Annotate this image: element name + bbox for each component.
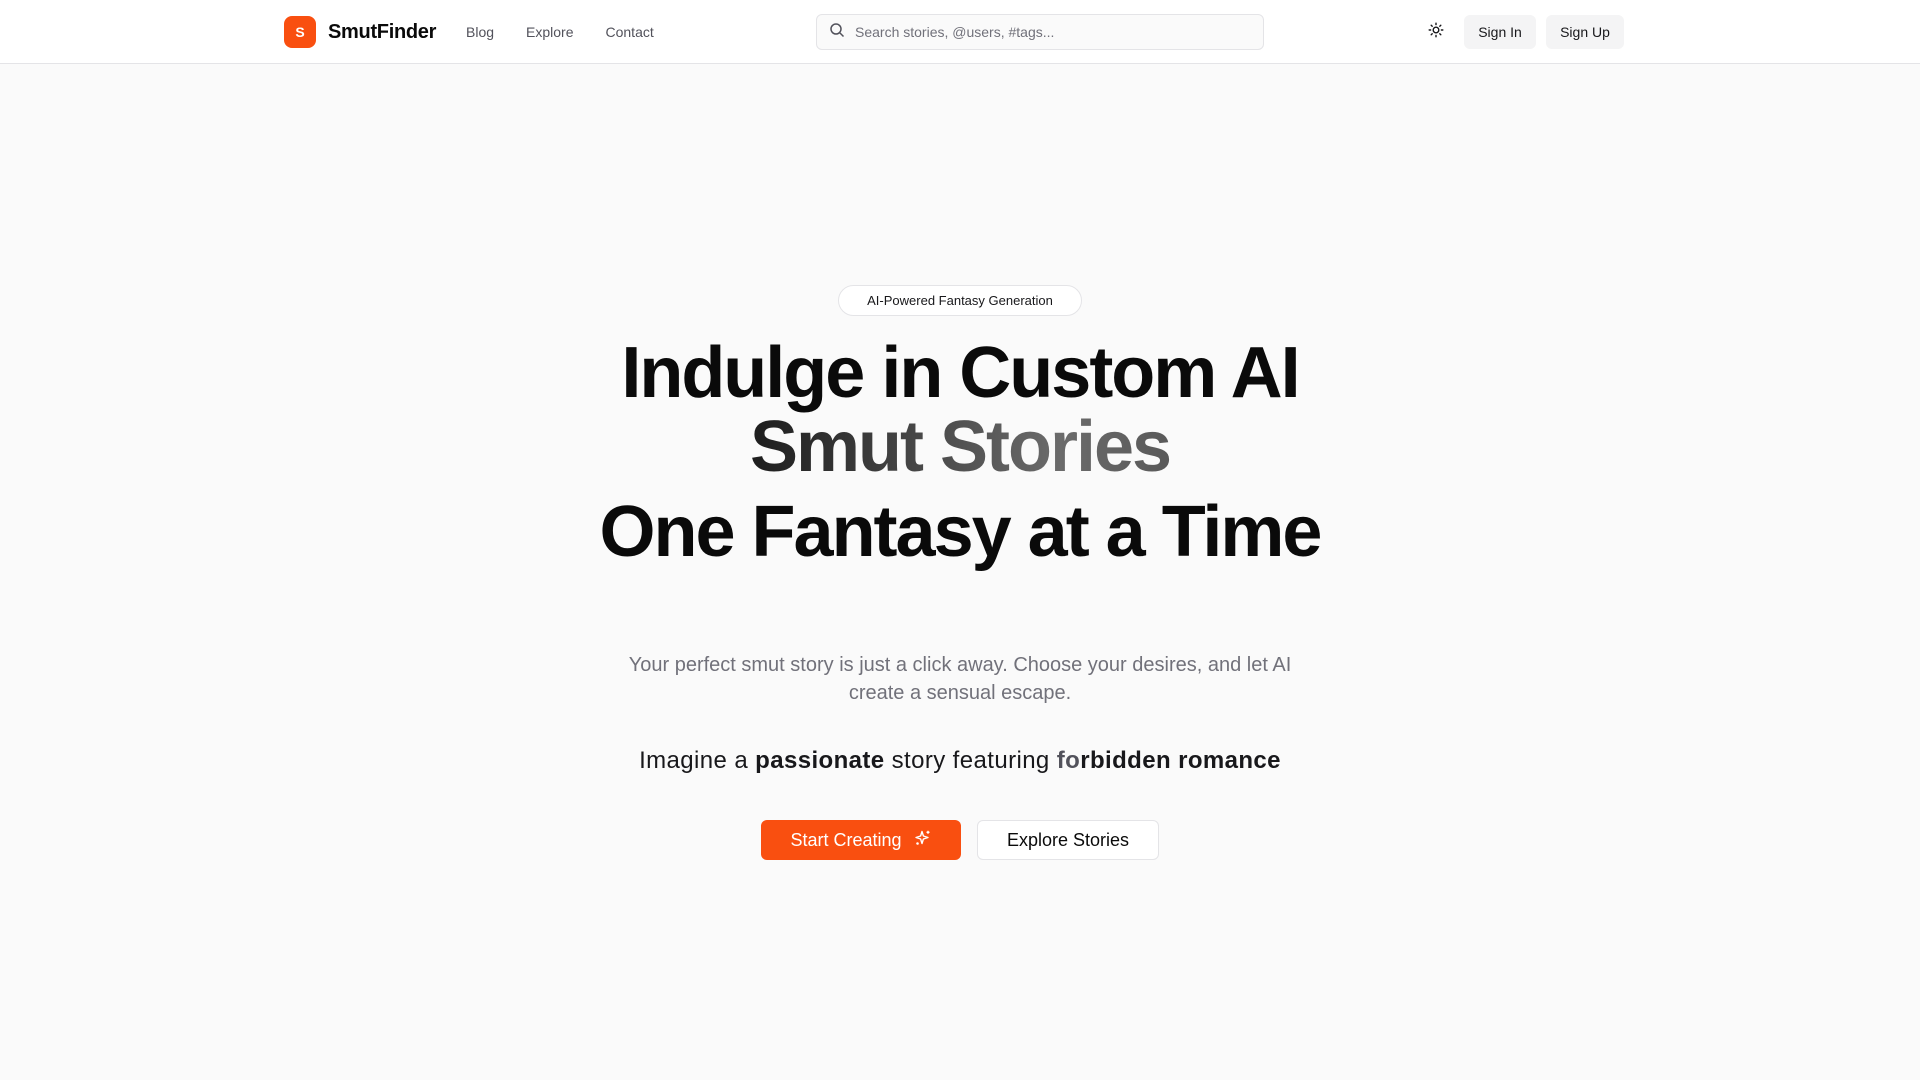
search-box[interactable]	[816, 14, 1264, 50]
nav-link-explore[interactable]: Explore	[526, 20, 573, 44]
imagine-theme-faded: fo	[1056, 747, 1081, 774]
sign-in-button[interactable]: Sign In	[1464, 15, 1536, 49]
top-navbar: S SmutFinder Blog Explore Contact Search…	[0, 0, 1920, 64]
sign-up-button[interactable]: Sign Up	[1546, 15, 1624, 49]
headline-line-1: Indulge in Custom AI	[621, 333, 1300, 413]
headline-line-3: One Fantasy at a Time	[599, 492, 1323, 572]
brand-name: SmutFinder	[328, 20, 437, 43]
imagine-prefix: Imagine a	[639, 747, 749, 774]
nav-link-blog[interactable]: Blog	[466, 20, 494, 44]
sun-icon	[1428, 22, 1444, 43]
hero-headline: Indulge in Custom AI Smut Stories One Fa…	[460, 335, 1460, 577]
logo-badge: S	[284, 16, 316, 48]
theme-toggle-button[interactable]	[1420, 16, 1452, 48]
main-nav: Blog Explore Contact	[466, 20, 654, 44]
search-icon	[829, 22, 845, 43]
headline-line-2: Smut Stories	[460, 411, 1460, 483]
imagine-typewriter: Imagine a passionate story featuring for…	[460, 745, 1460, 777]
imagine-adjective: passionate	[755, 747, 885, 774]
hero-subtitle: Your perfect smut story is just a click …	[628, 654, 1292, 704]
nav-link-contact[interactable]: Contact	[606, 20, 654, 44]
brand-logo[interactable]: S SmutFinder	[284, 16, 436, 48]
explore-stories-button[interactable]: Explore Stories	[977, 820, 1159, 860]
imagine-middle: story featuring	[891, 747, 1050, 774]
start-creating-button[interactable]: Start Creating	[761, 820, 961, 860]
cta-group: Start Creating Explore Stories	[761, 820, 1159, 860]
start-creating-label: Start Creating	[790, 829, 902, 850]
search-input[interactable]	[855, 24, 1235, 40]
sparkles-icon	[914, 829, 932, 852]
imagine-theme: rbidden romance	[1080, 747, 1281, 774]
feature-pill: AI-Powered Fantasy Generation	[838, 285, 1082, 316]
